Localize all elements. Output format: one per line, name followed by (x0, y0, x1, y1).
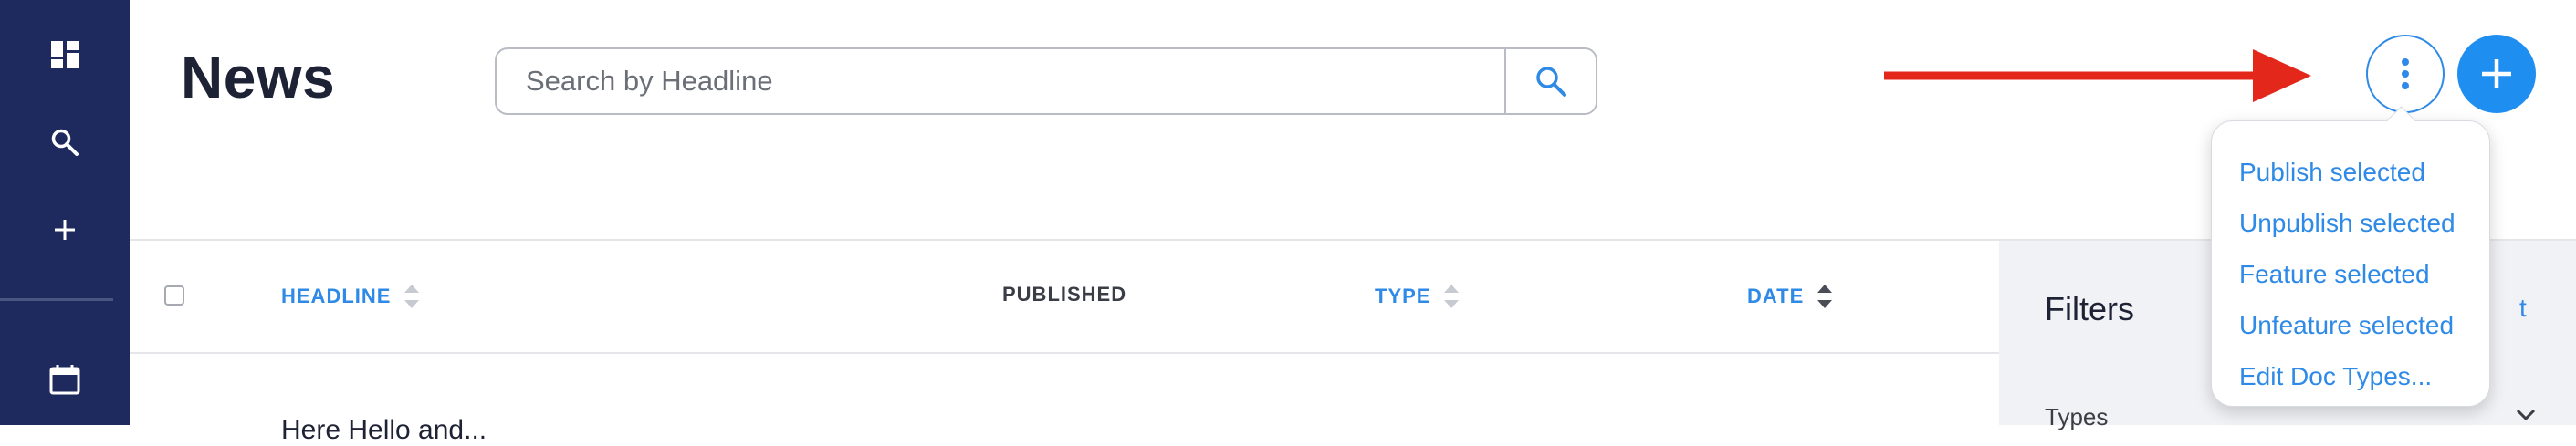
plus-icon (55, 220, 75, 240)
dashboard-icon (51, 41, 79, 68)
annotation-arrow (1884, 49, 2311, 102)
sidebar-search-button[interactable] (0, 115, 130, 170)
column-header-type[interactable]: TYPE (1375, 283, 1460, 310)
menu-item-edit-doc-types[interactable]: Edit Doc Types... (2212, 351, 2489, 402)
more-actions-button[interactable] (2366, 35, 2445, 113)
sort-icon (403, 283, 420, 310)
column-published-label: PUBLISHED (1002, 283, 1127, 306)
sort-icon (1817, 283, 1833, 310)
filters-action-link[interactable]: t (2519, 294, 2527, 323)
sidebar-calendar-button[interactable] (0, 352, 130, 407)
sort-icon (1443, 283, 1460, 310)
column-type-label: TYPE (1375, 285, 1431, 307)
column-date-label: DATE (1747, 285, 1805, 307)
chevron-down-icon[interactable] (2516, 409, 2536, 421)
sidebar (0, 0, 130, 425)
menu-item-unfeature-selected[interactable]: Unfeature selected (2212, 300, 2489, 351)
sidebar-dashboard-button[interactable] (0, 27, 130, 82)
column-header-published: PUBLISHED (1002, 283, 1126, 306)
search-icon (1536, 67, 1566, 97)
add-news-button[interactable] (2457, 35, 2536, 113)
filters-title: Filters (2045, 290, 2134, 327)
menu-item-unpublish-selected[interactable]: Unpublish selected (2212, 198, 2489, 249)
search-input[interactable] (497, 49, 1504, 113)
actions-dropdown-menu: Publish selected Unpublish selected Feat… (2211, 120, 2490, 407)
menu-item-publish-selected[interactable]: Publish selected (2212, 147, 2489, 198)
plus-icon (2482, 59, 2511, 88)
search-icon (51, 129, 79, 156)
column-header-headline[interactable]: HEADLINE (281, 283, 420, 310)
sidebar-divider (0, 298, 113, 301)
menu-item-feature-selected[interactable]: Feature selected (2212, 249, 2489, 300)
search-button[interactable] (1504, 49, 1596, 113)
column-headline-label: HEADLINE (281, 285, 392, 307)
sidebar-add-button[interactable] (0, 202, 130, 257)
vertical-dots-icon (2402, 58, 2409, 89)
table-row-headline[interactable]: Here Hello and... (281, 415, 487, 446)
column-header-date[interactable]: DATE (1747, 283, 1833, 310)
calendar-icon (49, 365, 80, 395)
table-header-divider (130, 352, 1999, 354)
page-title: News (181, 45, 336, 110)
search-box (495, 47, 1597, 115)
select-all-checkbox[interactable] (164, 285, 184, 306)
filter-types-label[interactable]: Types (2045, 403, 2108, 431)
